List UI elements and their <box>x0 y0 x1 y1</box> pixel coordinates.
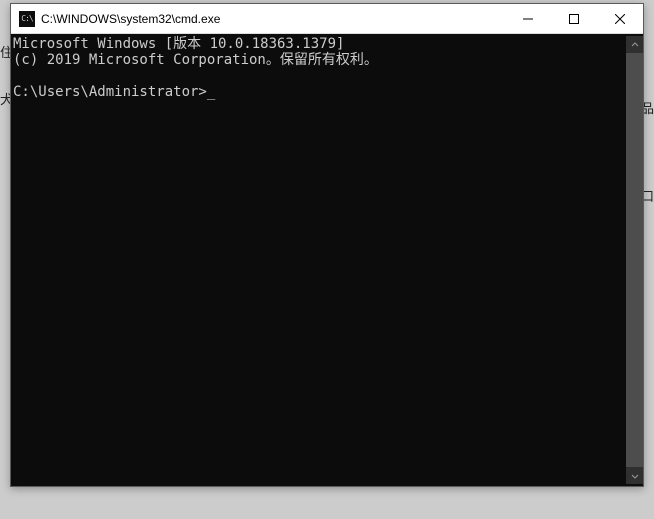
scroll-down-button[interactable] <box>626 467 643 484</box>
console-output: Microsoft Windows [版本 10.0.18363.1379] (… <box>13 36 626 484</box>
titlebar[interactable]: C:\ C:\WINDOWS\system32\cmd.exe <box>11 4 643 34</box>
titlebar-controls <box>505 4 643 33</box>
cursor-icon: _ <box>207 84 215 100</box>
chevron-down-icon <box>631 472 639 480</box>
close-icon <box>615 14 625 24</box>
vertical-scrollbar[interactable] <box>626 36 643 484</box>
minimize-icon <box>523 14 533 24</box>
window-title: C:\WINDOWS\system32\cmd.exe <box>41 12 505 26</box>
scroll-thumb[interactable] <box>626 53 643 467</box>
maximize-button[interactable] <box>551 4 597 33</box>
close-button[interactable] <box>597 4 643 33</box>
scroll-track[interactable] <box>626 53 643 467</box>
scroll-up-button[interactable] <box>626 36 643 53</box>
maximize-icon <box>569 14 579 24</box>
minimize-button[interactable] <box>505 4 551 33</box>
cmd-window: C:\ C:\WINDOWS\system32\cmd.exe Microsof… <box>10 3 644 487</box>
console-prompt: C:\Users\Administrator> <box>13 84 207 100</box>
chevron-up-icon <box>631 41 639 49</box>
console-area[interactable]: Microsoft Windows [版本 10.0.18363.1379] (… <box>11 34 643 486</box>
cmd-icon: C:\ <box>19 11 35 27</box>
console-line: Microsoft Windows [版本 10.0.18363.1379] <box>13 36 344 52</box>
console-line: (c) 2019 Microsoft Corporation。保留所有权利。 <box>13 52 378 68</box>
